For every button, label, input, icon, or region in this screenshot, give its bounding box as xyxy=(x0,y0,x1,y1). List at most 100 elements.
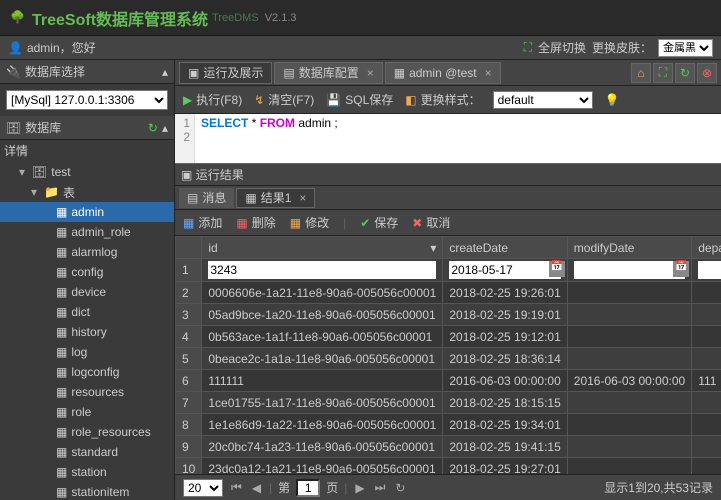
tree-item[interactable]: ▦device xyxy=(0,282,174,302)
tree-item[interactable]: ▦standard xyxy=(0,442,174,462)
cell-modifydate[interactable] xyxy=(567,348,691,370)
clear-button[interactable]: ↯清空(F7) xyxy=(254,91,314,108)
cell-modifydate[interactable] xyxy=(567,458,691,475)
table-row[interactable]: 20006606e-1a21-11e8-90a6-005056c00001201… xyxy=(176,282,721,304)
last-page-icon[interactable]: ⏭ xyxy=(373,480,388,495)
db-tree[interactable]: ▾🗄test▾📁表▦admin▦admin_role▦alarmlog▦conf… xyxy=(0,160,174,500)
tree-toggle-icon[interactable]: ▾ xyxy=(28,185,40,199)
cell-id[interactable]: 111111 xyxy=(202,370,443,392)
tree-item[interactable]: ▦log xyxy=(0,342,174,362)
table-row[interactable]: 1📅📅 xyxy=(176,259,721,282)
save-button[interactable]: ✔保存 xyxy=(360,214,398,231)
cell-createdate[interactable]: 2018-02-25 18:15:15 xyxy=(443,392,567,414)
cell-createdate[interactable]: 2018-02-25 19:41:15 xyxy=(443,436,567,458)
style-select[interactable]: default xyxy=(493,91,593,109)
cell-id[interactable]: 20c0bc74-1a23-11e8-90a6-005056c00001 xyxy=(202,436,443,458)
calendar-icon[interactable]: 📅 xyxy=(673,261,689,277)
cell-id[interactable]: 0b563ace-1a1f-11e8-90a6-005056c00001 xyxy=(202,326,443,348)
main-tab[interactable]: ▣运行及展示 xyxy=(179,62,272,84)
cell-createdate[interactable]: 2018-02-25 19:34:01 xyxy=(443,414,567,436)
run-button[interactable]: ▶执行(F8) xyxy=(183,91,242,108)
cell-department[interactable] xyxy=(692,458,721,475)
cell-department[interactable] xyxy=(692,282,721,304)
edit-button[interactable]: ▦修改 xyxy=(290,214,329,231)
cell-department[interactable] xyxy=(692,392,721,414)
column-header[interactable]: department xyxy=(692,237,721,259)
date-input[interactable] xyxy=(574,261,685,279)
tree-item[interactable]: ▦admin_role xyxy=(0,222,174,242)
table-row[interactable]: 81e1e86d9-1a22-11e8-90a6-005056c00001201… xyxy=(176,414,721,436)
tree-item[interactable]: ▦role xyxy=(0,402,174,422)
page-input[interactable] xyxy=(296,479,320,497)
result-grid-wrap[interactable]: id ▾createDatemodifyDatedepartmenteMailf… xyxy=(175,236,721,474)
cell-modifydate[interactable] xyxy=(567,392,691,414)
cell-modifydate[interactable] xyxy=(567,436,691,458)
cell-modifydate[interactable] xyxy=(567,282,691,304)
tree-toggle-icon[interactable]: ▾ xyxy=(16,165,28,179)
tree-item[interactable]: ▾🗄test xyxy=(0,162,174,182)
cell-department[interactable] xyxy=(692,348,721,370)
table-row[interactable]: 71ce01755-1a17-11e8-90a6-005056c00001201… xyxy=(176,392,721,414)
fullscreen-label[interactable]: 全屏切换 xyxy=(538,39,586,56)
cancel-button[interactable]: ✖取消 xyxy=(412,214,450,231)
tree-item[interactable]: ▦role_resources xyxy=(0,422,174,442)
cell-department[interactable] xyxy=(692,414,721,436)
table-row[interactable]: 40b563ace-1a1f-11e8-90a6-005056c00001201… xyxy=(176,326,721,348)
tree-item[interactable]: ▦logconfig xyxy=(0,362,174,382)
cell-createdate[interactable]: 2018-02-25 19:19:01 xyxy=(443,304,567,326)
main-tab[interactable]: ▦admin @test× xyxy=(385,62,501,84)
db-connection-select[interactable]: [MySql] 127.0.0.1:3306 xyxy=(6,90,168,110)
column-header[interactable]: modifyDate xyxy=(567,237,691,259)
cell-modifydate[interactable] xyxy=(567,326,691,348)
column-header[interactable]: createDate xyxy=(443,237,567,259)
tree-item[interactable]: ▦config xyxy=(0,262,174,282)
id-input[interactable] xyxy=(208,261,436,279)
expand-icon[interactable]: ⛶ xyxy=(653,63,673,83)
main-tab[interactable]: ▤数据库配置× xyxy=(274,62,382,84)
cell-modifydate[interactable] xyxy=(567,414,691,436)
tree-item[interactable]: ▦history xyxy=(0,322,174,342)
cell-id[interactable]: 1ce01755-1a17-11e8-90a6-005056c00001 xyxy=(202,392,443,414)
prev-page-icon[interactable]: ◀ xyxy=(250,481,263,495)
skin-select[interactable]: 金属黑 xyxy=(658,39,713,57)
close-icon[interactable]: × xyxy=(485,66,492,80)
tree-item[interactable]: ▦admin xyxy=(0,202,174,222)
add-button[interactable]: ▦添加 xyxy=(183,214,222,231)
cell-createdate[interactable]: 2018-02-25 19:26:01 xyxy=(443,282,567,304)
collapse-icon[interactable]: ▴ xyxy=(162,121,168,135)
next-page-icon[interactable]: ▶ xyxy=(353,481,366,495)
first-page-icon[interactable]: ⏮ xyxy=(229,480,244,495)
delete-button[interactable]: ▦删除 xyxy=(236,214,275,231)
close-all-icon[interactable]: ⊗ xyxy=(697,63,717,83)
reload-icon[interactable]: ↻ xyxy=(393,481,407,495)
cell-department[interactable] xyxy=(692,326,721,348)
cell-createdate[interactable]: 2018-02-25 18:36:14 xyxy=(443,348,567,370)
column-header[interactable]: id ▾ xyxy=(202,237,443,259)
close-icon[interactable]: × xyxy=(367,66,374,80)
bulb-icon[interactable]: 💡 xyxy=(605,93,620,107)
sql-save-button[interactable]: 💾SQL保存 xyxy=(326,91,393,108)
table-row[interactable]: 1023dc0a12-1a21-11e8-90a6-005056c0000120… xyxy=(176,458,721,475)
close-icon[interactable]: × xyxy=(299,191,306,205)
tree-item[interactable]: ▦alarmlog xyxy=(0,242,174,262)
collapse-icon[interactable]: ▴ xyxy=(162,65,168,79)
fullscreen-icon[interactable]: ⛶ xyxy=(524,40,532,55)
cell-id[interactable]: 0beace2c-1a1a-11e8-90a6-005056c00001 xyxy=(202,348,443,370)
cell-id[interactable]: 23dc0a12-1a21-11e8-90a6-005056c00001 xyxy=(202,458,443,475)
cell-id[interactable]: 0006606e-1a21-11e8-90a6-005056c00001 xyxy=(202,282,443,304)
date-input[interactable] xyxy=(449,261,560,279)
cell-department[interactable] xyxy=(692,436,721,458)
cell-modifydate[interactable] xyxy=(567,304,691,326)
cell-id[interactable]: 05ad9bce-1a20-11e8-90a6-005056c00001 xyxy=(202,304,443,326)
sql-editor[interactable]: 12 SELECT * FROM admin ; xyxy=(175,114,721,164)
sql-text[interactable]: SELECT * FROM admin ; xyxy=(195,114,344,163)
home-icon[interactable]: ⌂ xyxy=(631,63,651,83)
tree-item[interactable]: ▦stationitem xyxy=(0,482,174,500)
tree-item[interactable]: ▾📁表 xyxy=(0,182,174,202)
cell-department[interactable]: 111 xyxy=(692,370,721,392)
cell-createdate[interactable]: 2016-06-03 00:00:00 xyxy=(443,370,567,392)
cell-createdate[interactable]: 2018-02-25 19:27:01 xyxy=(443,458,567,475)
tree-item[interactable]: ▦dict xyxy=(0,302,174,322)
tab-result1[interactable]: ▦结果1× xyxy=(236,188,315,208)
calendar-icon[interactable]: 📅 xyxy=(549,261,565,277)
